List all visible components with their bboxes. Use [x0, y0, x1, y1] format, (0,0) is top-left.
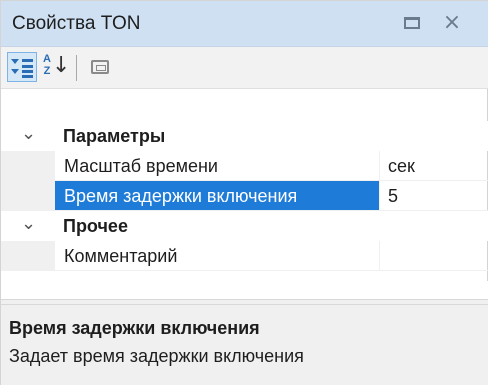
category-label: Прочее [63, 216, 128, 236]
category-label: Параметры [63, 126, 166, 146]
category-row-other[interactable]: ⌄ Прочее [1, 211, 488, 241]
description-text: Задает время задержки включения [9, 346, 304, 366]
row-gutter [1, 241, 55, 271]
property-name[interactable]: Время задержки включения [55, 181, 379, 211]
description-title: Время задержки включения [9, 318, 260, 338]
property-pages-button[interactable] [85, 52, 115, 82]
property-value-input[interactable]: 5 [380, 181, 488, 211]
chevron-down-icon[interactable]: ⌄ [21, 123, 36, 144]
chevron-down-icon[interactable]: ⌄ [21, 213, 36, 234]
window-maximize-icon[interactable] [404, 17, 420, 29]
property-value[interactable]: сек [380, 151, 488, 181]
property-pages-icon [91, 60, 109, 74]
alphabetical-sort-button[interactable]: A Z ↓ [39, 52, 70, 82]
property-row-on-delay[interactable]: Время задержки включения 5 [1, 181, 488, 211]
property-value[interactable] [380, 241, 488, 271]
row-gutter [1, 181, 55, 211]
property-name[interactable]: Масштаб времени [55, 151, 379, 181]
property-row-comment[interactable]: Комментарий [1, 241, 488, 271]
panel-titlebar: Свойства TON × [1, 1, 488, 47]
properties-panel: Свойства TON × A Z ↓ ⌄ Параметры Масштаб… [0, 0, 488, 385]
row-gutter [1, 151, 55, 181]
categorized-sort-button[interactable] [7, 52, 37, 82]
property-name[interactable]: Комментарий [55, 241, 379, 271]
category-row-parameters[interactable]: ⌄ Параметры [1, 121, 488, 151]
close-icon[interactable]: × [442, 11, 462, 35]
description-panel: Время задержки включения Задает время за… [1, 305, 488, 385]
property-row-time-scale[interactable]: Масштаб времени сек [1, 151, 488, 181]
panel-title: Свойства TON [12, 13, 141, 34]
toolbar-separator [76, 55, 77, 81]
properties-toolbar: A Z ↓ [1, 47, 488, 89]
grid-empty-area [1, 281, 488, 299]
